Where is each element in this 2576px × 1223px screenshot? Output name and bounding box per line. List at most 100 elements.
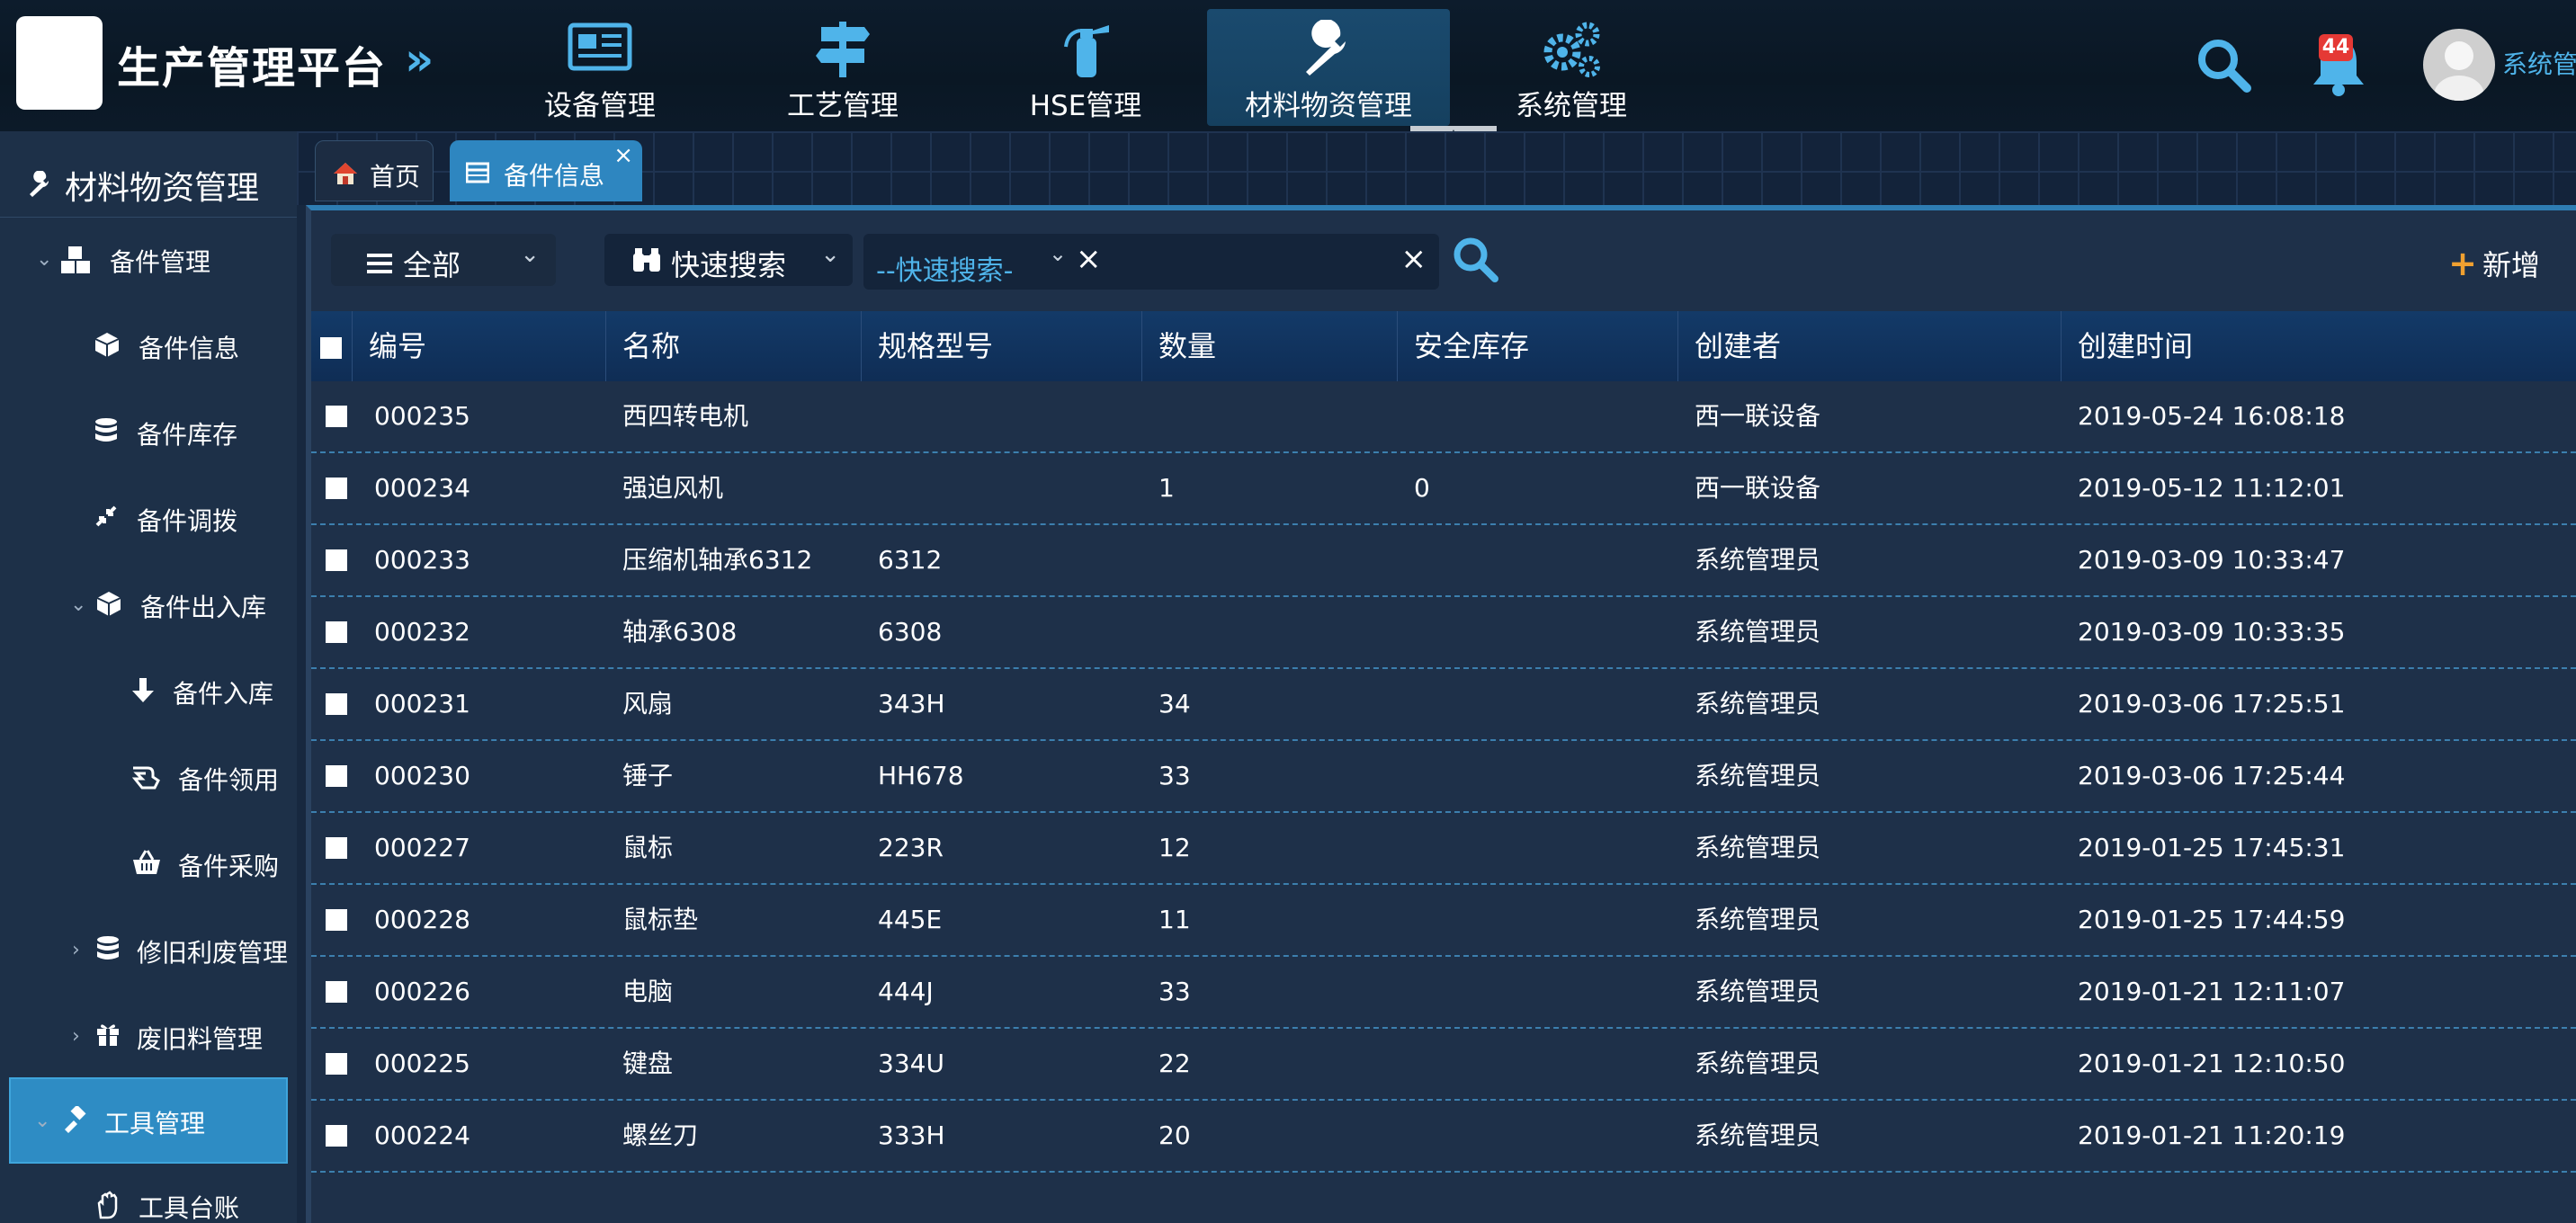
sidebar-item-spare-parts-info[interactable]: 备件信息: [0, 304, 297, 390]
table-row[interactable]: 000235 西四转电机 西一联设备 2019-05-24 16:08:18: [311, 381, 2576, 453]
nav-material-management[interactable]: 材料物资管理: [1207, 9, 1450, 126]
table-cell: 2019-01-21 12:10:50: [2078, 1049, 2346, 1078]
table-cell: 000227: [374, 833, 470, 862]
column-header[interactable]: 数量: [1142, 311, 1398, 381]
table-cell: 系统管理员: [1695, 545, 1821, 575]
table-cell: 2019-03-06 17:25:51: [2078, 689, 2346, 719]
nav-hse-management[interactable]: HSE管理: [964, 9, 1207, 126]
sidebar-item-repair-recycle[interactable]: › 修旧利废管理: [0, 908, 297, 995]
clear-input-icon[interactable]: ×: [1401, 241, 1427, 277]
avatar[interactable]: [2423, 29, 2495, 101]
table-row[interactable]: 000225 键盘 334U 22 系统管理员 2019-01-21 12:10:50: [311, 1029, 2576, 1101]
table-cell: 西一联设备: [1695, 401, 1821, 431]
table-cell: 系统管理员: [1695, 689, 1821, 719]
table-cell: 33: [1158, 977, 1191, 1006]
column-header[interactable]: 规格型号: [862, 311, 1142, 381]
nav-label: 系统管理: [1516, 90, 1627, 122]
table-cell: 20: [1158, 1120, 1191, 1150]
chevron-down-icon: ⌄: [36, 248, 53, 271]
search-icon[interactable]: [1452, 236, 1502, 286]
row-checkbox[interactable]: [326, 765, 347, 787]
table-row[interactable]: 000233 压缩机轴承6312 6312 系统管理员 2019-03-09 10:33…: [311, 525, 2576, 597]
table-cell: 000228: [374, 905, 470, 934]
table-row[interactable]: 000228 鼠标垫 445E 11 系统管理员 2019-01-25 17:44:59: [311, 885, 2576, 957]
row-checkbox[interactable]: [326, 981, 347, 1003]
table-cell: 6308: [878, 617, 943, 647]
sidebar-item-spare-parts-inout[interactable]: ⌄ 备件出入库: [0, 563, 297, 649]
table-cell: 000225: [374, 1049, 470, 1078]
app-title: 生产管理平台: [117, 43, 388, 94]
column-header[interactable]: 编号: [353, 311, 606, 381]
hand-paper-icon: [95, 1191, 128, 1223]
table-cell: 系统管理员: [1695, 617, 1821, 647]
select-all-checkbox[interactable]: [320, 337, 342, 359]
user-name[interactable]: 系统管理员: [2502, 45, 2576, 81]
filter-select[interactable]: 全部 ⌄: [331, 234, 556, 286]
row-checkbox[interactable]: [326, 1053, 347, 1075]
add-button[interactable]: + 新增: [2448, 243, 2540, 284]
signpost-icon: [721, 20, 964, 83]
table-row[interactable]: 000232 轴承6308 6308 系统管理员 2019-03-09 10:33:35: [311, 597, 2576, 669]
row-checkbox[interactable]: [326, 549, 347, 571]
row-checkbox[interactable]: [326, 621, 347, 643]
row-checkbox[interactable]: [326, 1125, 347, 1147]
sidebar-item-scrap-material[interactable]: › 废旧料管理: [0, 995, 297, 1081]
column-header[interactable]: 创建者: [1678, 311, 2062, 381]
table-cell: HH678: [878, 761, 964, 790]
table-cell: 系统管理员: [1695, 1120, 1821, 1150]
close-icon[interactable]: ×: [613, 142, 633, 169]
table-row[interactable]: 000226 电脑 444J 33 系统管理员 2019-01-21 12:11:07: [311, 957, 2576, 1029]
cube-icon: [94, 331, 126, 363]
tab-home[interactable]: 首页: [315, 140, 434, 201]
nav-system-management[interactable]: 系统管理: [1450, 9, 1693, 126]
row-checkbox[interactable]: [326, 406, 347, 427]
row-checkbox[interactable]: [326, 693, 347, 715]
row-checkbox[interactable]: [326, 837, 347, 859]
table-cell: 343H: [878, 689, 945, 719]
nav-process-management[interactable]: 工艺管理: [721, 9, 964, 126]
column-header[interactable]: 名称: [606, 311, 862, 381]
sidebar-item-spare-parts-requisition[interactable]: 备件领用: [0, 736, 297, 822]
table-cell: 2019-03-06 17:25:44: [2078, 761, 2346, 790]
main-panel: 全部 ⌄ 快速搜索 ⌄ --快速搜索- ⌄ × × + 新增 编号 名称 规格型…: [306, 205, 2576, 1223]
table-icon: [465, 160, 490, 190]
sidebar-item-spare-parts-inventory[interactable]: 备件库存: [0, 390, 297, 477]
table-cell: 轴承6308: [622, 617, 738, 647]
table-cell: 000234: [374, 473, 470, 503]
nav-label: HSE管理: [1029, 90, 1142, 122]
column-header[interactable]: 创建时间: [2062, 311, 2576, 381]
sidebar-item-spare-parts-transfer[interactable]: 备件调拨: [0, 477, 297, 563]
table-row[interactable]: 000230 锤子 HH678 33 系统管理员 2019-03-06 17:25:44: [311, 741, 2576, 813]
plus-icon: +: [2448, 244, 2477, 283]
table-cell: 电脑: [622, 977, 674, 1006]
row-checkbox[interactable]: [326, 909, 347, 931]
sidebar-item-spare-parts-inbound[interactable]: 备件入库: [0, 649, 297, 736]
table-row[interactable]: 000234 强迫风机 1 0 西一联设备 2019-05-12 11:12:01: [311, 453, 2576, 525]
quick-search-input[interactable]: --快速搜索- ⌄ × ×: [863, 234, 1439, 290]
sidebar-item-tool-ledger[interactable]: 工具台账: [0, 1164, 297, 1223]
table-cell: 2019-05-12 11:12:01: [2078, 473, 2346, 503]
hand-icon: [131, 763, 164, 795]
sidebar-item-spare-parts-purchase[interactable]: 备件采购: [0, 822, 297, 908]
table-cell: 系统管理员: [1695, 1049, 1821, 1078]
select-all-cell: [311, 311, 353, 381]
sidebar-item-tool-management[interactable]: ⌄ 工具管理: [9, 1077, 288, 1164]
clear-select-icon[interactable]: ×: [1076, 241, 1102, 277]
chevron-down-icon: ⌄: [34, 1110, 51, 1132]
chevron-right-icon: ›: [72, 1025, 80, 1048]
arrow-down-icon: [131, 676, 164, 709]
table-row[interactable]: 000227 鼠标 223R 12 系统管理员 2019-01-25 17:45:31: [311, 813, 2576, 885]
toolbar: 全部 ⌄ 快速搜索 ⌄ --快速搜索- ⌄ × × + 新增: [311, 210, 2576, 311]
quick-search-select[interactable]: 快速搜索 ⌄: [604, 234, 853, 286]
tab-spare-parts-info[interactable]: 备件信息 ×: [450, 140, 642, 201]
table-row[interactable]: 000231 风扇 343H 34 系统管理员 2019-03-06 17:25:51: [311, 669, 2576, 741]
chevron-down-icon[interactable]: ⌄: [1049, 241, 1067, 266]
double-chevron-right-icon[interactable]: »: [405, 37, 441, 82]
row-checkbox[interactable]: [326, 478, 347, 499]
table-row[interactable]: 000224 螺丝刀 333H 20 系统管理员 2019-01-21 11:20:19: [311, 1101, 2576, 1173]
nav-equipment-management[interactable]: 设备管理: [479, 9, 721, 126]
column-header[interactable]: 安全库存: [1398, 311, 1678, 381]
sidebar-item-spare-parts-management[interactable]: ⌄ 备件管理: [0, 218, 297, 304]
search-icon[interactable]: [2195, 36, 2252, 94]
top-header: 生产管理平台 » 设备管理 工艺管理 HSE管理 材料物资管理 系统管理 44 …: [0, 0, 2576, 131]
